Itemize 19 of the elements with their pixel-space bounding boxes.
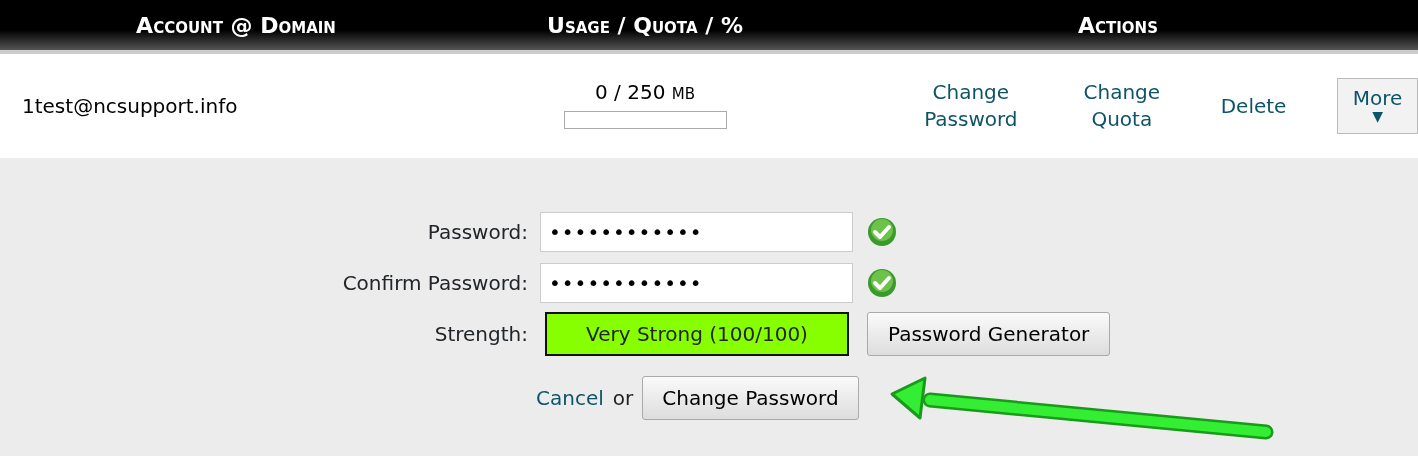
change-password-button[interactable]: Change Password xyxy=(642,376,859,420)
column-header: Actions xyxy=(1077,11,1159,40)
generator-button[interactable]: Password Generator xyxy=(867,311,1111,356)
column-header: Account @ Domain xyxy=(135,11,337,40)
column-header: Usage / Quota / % xyxy=(546,11,744,40)
more-button[interactable]: More ▼ xyxy=(1337,78,1418,134)
account-email: 1test@ncsupport.info xyxy=(22,94,238,118)
action-link[interactable]: Change Password xyxy=(892,79,1050,133)
or-text: or xyxy=(612,385,634,412)
password-field[interactable]: •••••••••••• xyxy=(540,262,853,303)
usage-text: 0 / 250 MB xyxy=(594,79,696,106)
field-label: Strength: xyxy=(434,321,528,346)
field-label: Password: xyxy=(427,219,528,244)
action-link[interactable]: Delete xyxy=(1193,92,1314,120)
field-label: Confirm Password: xyxy=(342,270,528,295)
cancel-link[interactable]: Cancel xyxy=(536,384,604,412)
password-field[interactable]: •••••••••••• xyxy=(540,211,853,252)
strength-text: Very Strong (100/100) xyxy=(586,320,808,348)
action-link[interactable]: Change Quota xyxy=(1049,79,1194,133)
